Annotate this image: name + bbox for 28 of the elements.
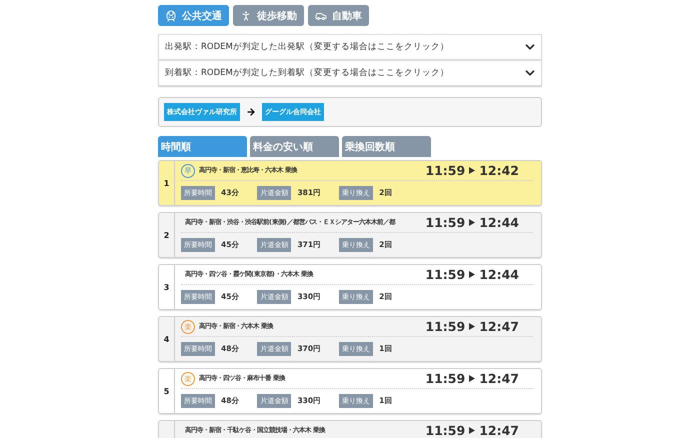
play-triangle-icon: [469, 167, 476, 174]
station-dropdown[interactable]: 到着駅：RODEMが判定した到着駅（変更する場合はここをクリック）: [158, 60, 542, 86]
result-number: 3: [159, 265, 175, 309]
play-triangle-icon: [469, 219, 476, 226]
departure-time: 11:59: [425, 423, 466, 438]
departure-time: 11:59: [425, 215, 466, 230]
play-triangle-icon: [469, 323, 476, 330]
walking-person-icon: [240, 10, 252, 22]
departure-time: 11:59: [425, 319, 466, 334]
arrival-time: 12:42: [479, 163, 519, 178]
arrival-time: 12:47: [479, 423, 519, 438]
play-triangle-icon: [469, 271, 476, 278]
result-number: 1: [159, 161, 175, 205]
result-number: 4: [159, 317, 175, 361]
arrow-right-icon: [246, 107, 256, 117]
play-triangle-icon: [469, 375, 476, 382]
departure-time: 11:59: [425, 267, 466, 282]
train-icon: [165, 10, 177, 22]
result-number: 5: [159, 369, 175, 413]
result-number: 2: [159, 213, 175, 257]
departure-time: 11:59: [425, 163, 466, 178]
station-dropdown[interactable]: 出発駅：RODEMが判定した出発駅（変更する場合はここをクリック）: [158, 34, 542, 60]
play-triangle-icon: [469, 427, 476, 434]
arrival-time: 12:47: [479, 371, 519, 386]
arrival-time: 12:44: [479, 267, 519, 282]
departure-time: 11:59: [425, 371, 466, 386]
arrival-time: 12:44: [479, 215, 519, 230]
arrival-time: 12:47: [479, 319, 519, 334]
